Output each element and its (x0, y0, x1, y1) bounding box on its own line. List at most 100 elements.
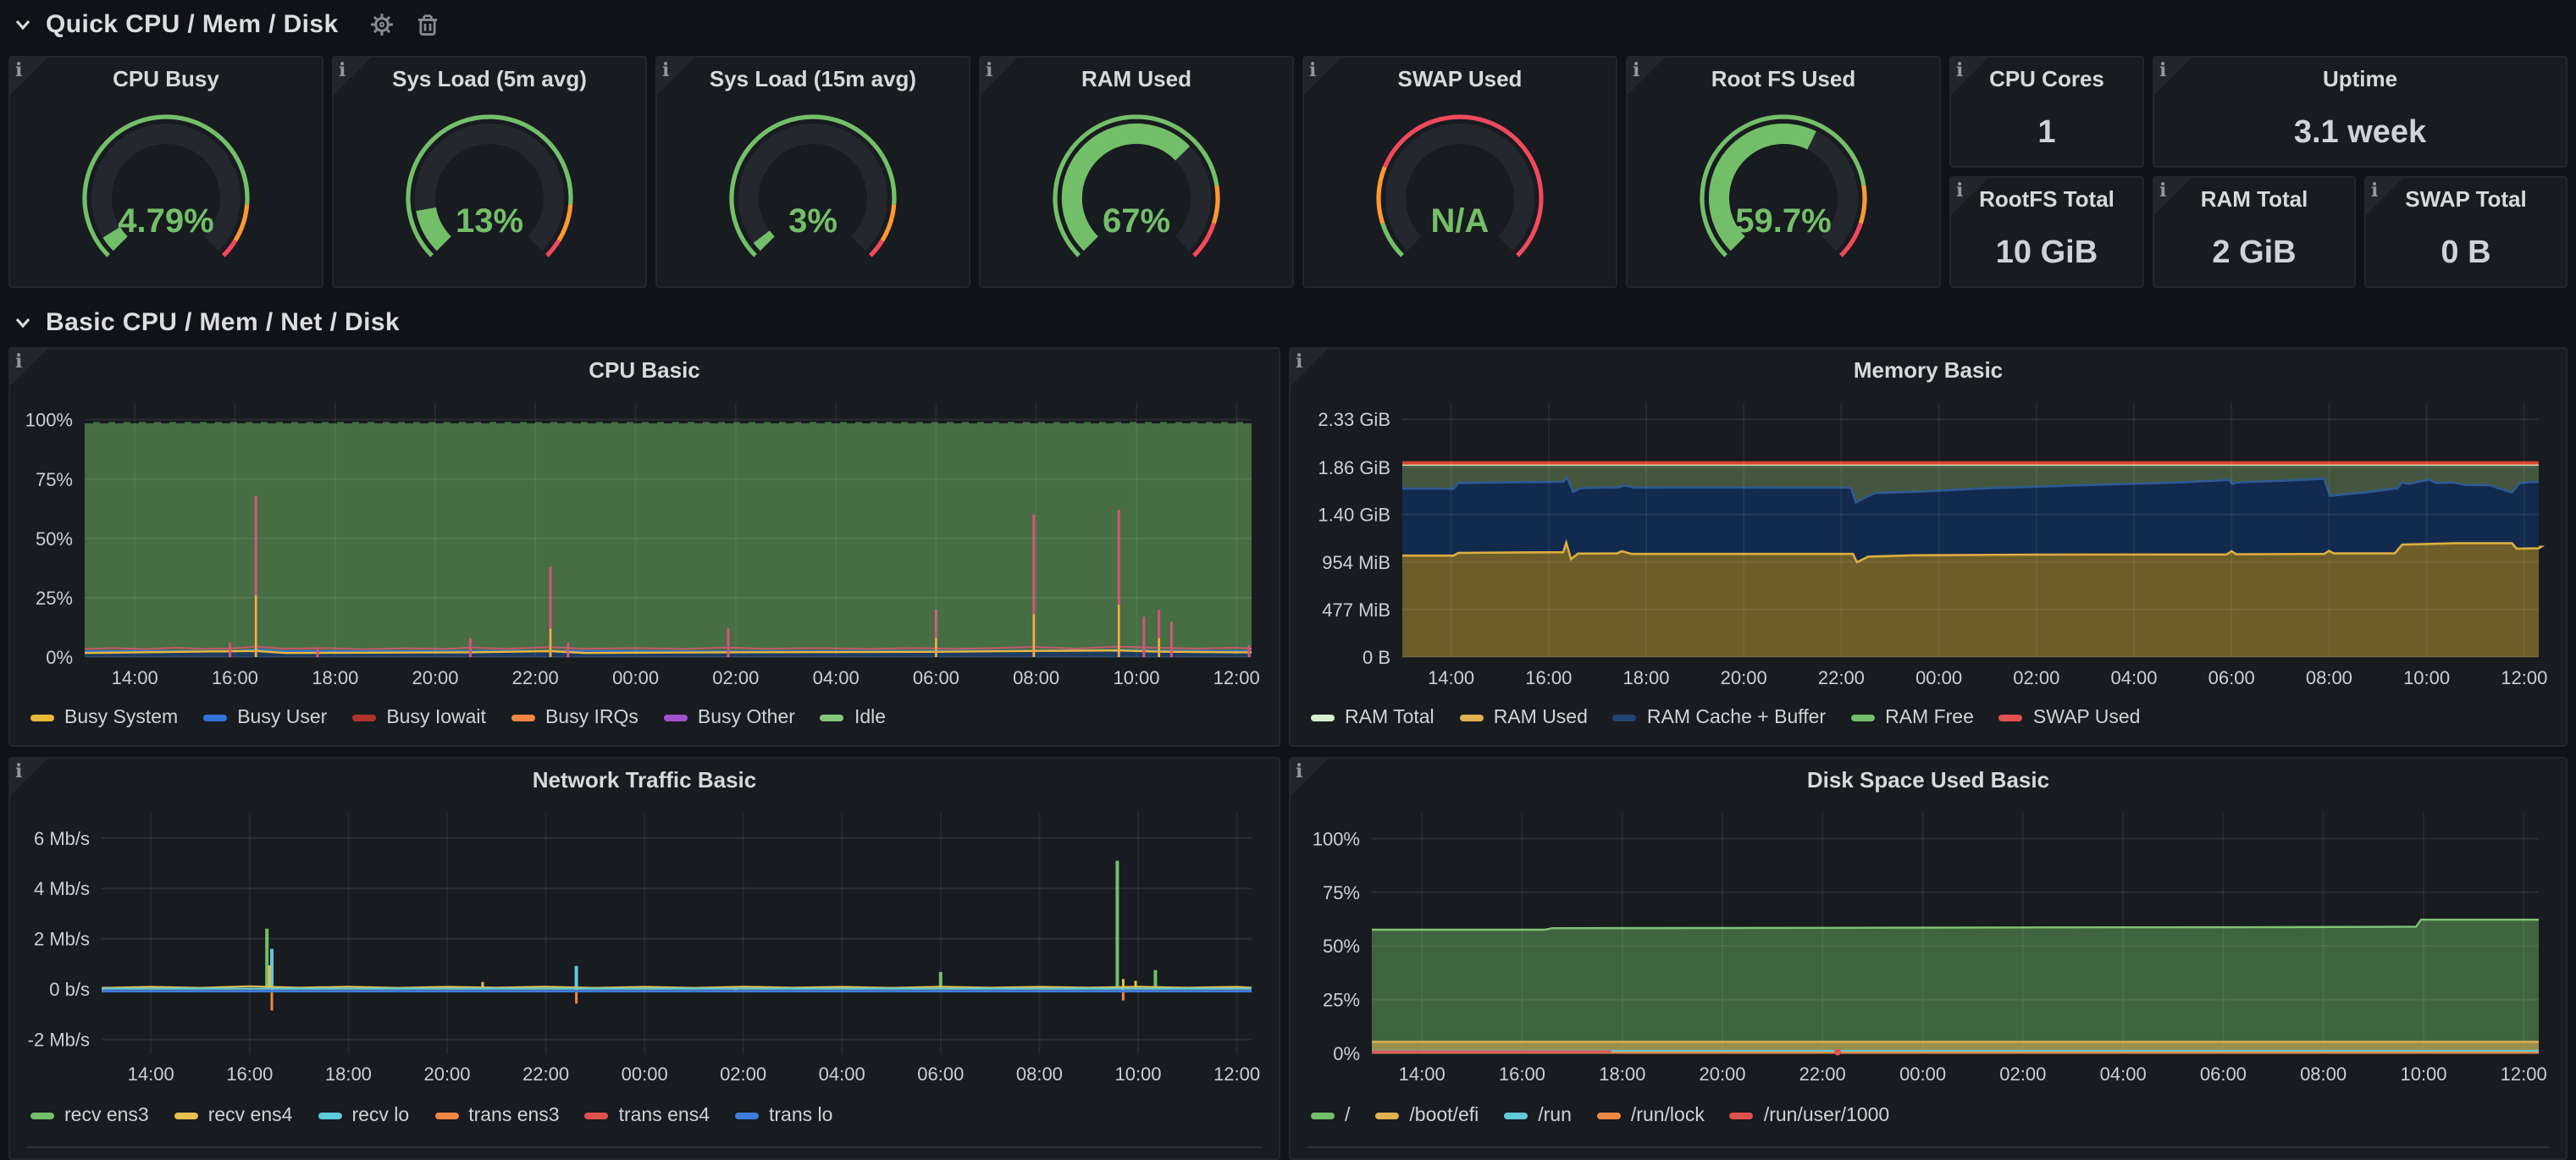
panel-info-corner[interactable]: i (1291, 759, 1328, 796)
legend-swatch (352, 715, 376, 721)
legend-label: recv ens3 (64, 1106, 149, 1126)
legend-item[interactable]: RAM Used (1460, 708, 1588, 728)
row-title[interactable]: Basic CPU / Mem / Net / Disk (46, 307, 400, 336)
info-icon: i (2159, 59, 2166, 81)
gauge-value: 4.79% (118, 202, 213, 239)
memory-basic-chart[interactable]: 0 B477 MiB954 MiB1.40 GiB1.86 GiB2.33 Gi… (1301, 393, 2556, 694)
trash-icon[interactable] (415, 11, 440, 36)
panel-info-corner[interactable]: i (1628, 58, 1665, 95)
disk-space-legend: / /boot/efi/run/run/lock/run/user/1000 (1311, 1101, 2556, 1131)
panel-title[interactable]: Sys Load (15m avg) (657, 66, 969, 91)
panel-title[interactable]: CPU Busy (10, 66, 322, 91)
legend-label: Busy System (64, 708, 178, 728)
legend-item[interactable]: RAM Cache + Buffer (1613, 708, 1826, 728)
svg-text:12:00: 12:00 (2501, 667, 2547, 688)
panel-info-corner[interactable]: i (10, 349, 47, 386)
stat-value: 10 GiB (1951, 235, 2142, 273)
legend-item[interactable]: /boot/efi (1375, 1106, 1479, 1126)
legend-label: RAM Free (1885, 708, 1974, 728)
info-icon: i (1633, 59, 1639, 81)
panel-info-corner[interactable]: i (981, 58, 1018, 95)
panel-info-corner[interactable]: i (2366, 178, 2403, 215)
legend-item[interactable]: Busy User (203, 708, 327, 728)
chevron-down-icon (14, 14, 32, 33)
panel-swap-total: i SWAP Total 0 B (2364, 176, 2568, 288)
legend-item[interactable]: recv lo (318, 1106, 409, 1126)
panel-info-corner[interactable]: i (1304, 58, 1341, 95)
legend-item[interactable]: Busy Iowait (352, 708, 486, 728)
legend-item[interactable]: recv ens4 (174, 1106, 293, 1126)
svg-text:25%: 25% (36, 588, 73, 609)
panel-info-corner[interactable]: i (1951, 58, 1988, 95)
chevron-down-icon (14, 312, 32, 331)
row-title[interactable]: Quick CPU / Mem / Disk (46, 9, 339, 38)
legend-label: / (1345, 1106, 1350, 1126)
panel-title[interactable]: Uptime (2154, 66, 2566, 91)
legend-item[interactable]: Idle (821, 708, 886, 728)
legend-item[interactable]: RAM Free (1851, 708, 1974, 728)
legend-item[interactable]: / (1311, 1106, 1350, 1126)
svg-text:14:00: 14:00 (1399, 1063, 1446, 1085)
network-traffic-chart[interactable]: -2 Mb/s0 b/s2 Mb/s4 Mb/s6 Mb/s14:0016:00… (20, 803, 1269, 1091)
info-icon: i (1309, 59, 1316, 81)
svg-text:14:00: 14:00 (1428, 667, 1474, 688)
svg-text:00:00: 00:00 (612, 667, 659, 688)
panel-title[interactable]: Sys Load (5m avg) (334, 66, 645, 91)
svg-text:10:00: 10:00 (1113, 667, 1159, 688)
legend-item[interactable]: Busy IRQs (511, 708, 638, 728)
legend-item[interactable]: /run/user/1000 (1730, 1106, 1889, 1126)
gear-icon[interactable] (369, 11, 395, 36)
panel-info-corner[interactable]: i (657, 58, 694, 95)
svg-text:18:00: 18:00 (1599, 1063, 1645, 1085)
svg-text:22:00: 22:00 (522, 1063, 569, 1085)
row-header-quick[interactable]: Quick CPU / Mem / Disk (14, 5, 440, 42)
legend-swatch (1597, 1113, 1621, 1119)
legend-label: Busy User (237, 708, 327, 728)
row-header-basic[interactable]: Basic CPU / Mem / Net / Disk (14, 303, 400, 340)
panel-title[interactable]: CPU Basic (10, 357, 1279, 383)
legend-item[interactable]: /run/lock (1597, 1106, 1705, 1126)
svg-text:0%: 0% (46, 647, 73, 668)
svg-text:-2 Mb/s: -2 Mb/s (28, 1030, 90, 1051)
legend-swatch (735, 1113, 759, 1119)
panel-title[interactable]: Network Traffic Basic (10, 767, 1279, 793)
legend-label: recv lo (351, 1106, 409, 1126)
cpu-basic-chart[interactable]: 0%25%50%75%100%14:0016:0018:0020:0022:00… (20, 393, 1269, 694)
legend-swatch (30, 715, 54, 721)
svg-text:16:00: 16:00 (1499, 1063, 1545, 1085)
panel-info-corner[interactable]: i (334, 58, 371, 95)
svg-text:18:00: 18:00 (312, 667, 358, 688)
legend-swatch (1613, 715, 1637, 721)
cpu-basic-legend: Busy System Busy User Busy Iowait Busy IRQs… (30, 703, 1269, 733)
legend-item[interactable]: trans ens4 (585, 1106, 710, 1126)
legend-item[interactable]: trans ens3 (434, 1106, 559, 1126)
svg-text:00:00: 00:00 (1899, 1063, 1946, 1085)
legend-item[interactable]: recv ens3 (30, 1106, 149, 1126)
legend-item[interactable]: trans lo (735, 1106, 832, 1126)
panel-title[interactable]: Root FS Used (1628, 66, 1939, 91)
panel-info-corner[interactable]: i (2154, 178, 2192, 215)
svg-text:02:00: 02:00 (2013, 667, 2059, 688)
panel-title[interactable]: Memory Basic (1291, 357, 2566, 383)
panel-info-corner[interactable]: i (1951, 178, 1988, 215)
svg-text:02:00: 02:00 (720, 1063, 766, 1085)
gauge-value: 59.7% (1735, 202, 1831, 239)
panel-info-corner[interactable]: i (1291, 349, 1328, 386)
legend-item[interactable]: RAM Total (1311, 708, 1434, 728)
legend-item[interactable]: /run (1504, 1106, 1572, 1126)
panel-title[interactable]: RAM Used (981, 66, 1292, 91)
panel-title[interactable]: Disk Space Used Basic (1291, 767, 2566, 793)
legend-item[interactable]: Busy System (30, 708, 178, 728)
legend-item[interactable]: SWAP Used (1999, 708, 2141, 728)
gauge-swap-used: N/A (1304, 95, 1616, 279)
panel-title[interactable]: SWAP Used (1304, 66, 1616, 91)
svg-text:0%: 0% (1333, 1043, 1360, 1064)
svg-text:1.40 GiB: 1.40 GiB (1318, 505, 1390, 526)
panel-info-corner[interactable]: i (2154, 58, 2192, 95)
disk-space-chart[interactable]: 0%25%50%75%100%14:0016:0018:0020:0022:00… (1301, 803, 2556, 1091)
panel-ram-total: i RAM Total 2 GiB (2153, 176, 2356, 288)
legend-item[interactable]: Busy Other (664, 708, 795, 728)
panel-disk-space-basic: i Disk Space Used Basic 0%25%50%75%100%1… (1289, 757, 2568, 1160)
panel-info-corner[interactable]: i (10, 759, 47, 796)
panel-info-corner[interactable]: i (10, 58, 47, 95)
